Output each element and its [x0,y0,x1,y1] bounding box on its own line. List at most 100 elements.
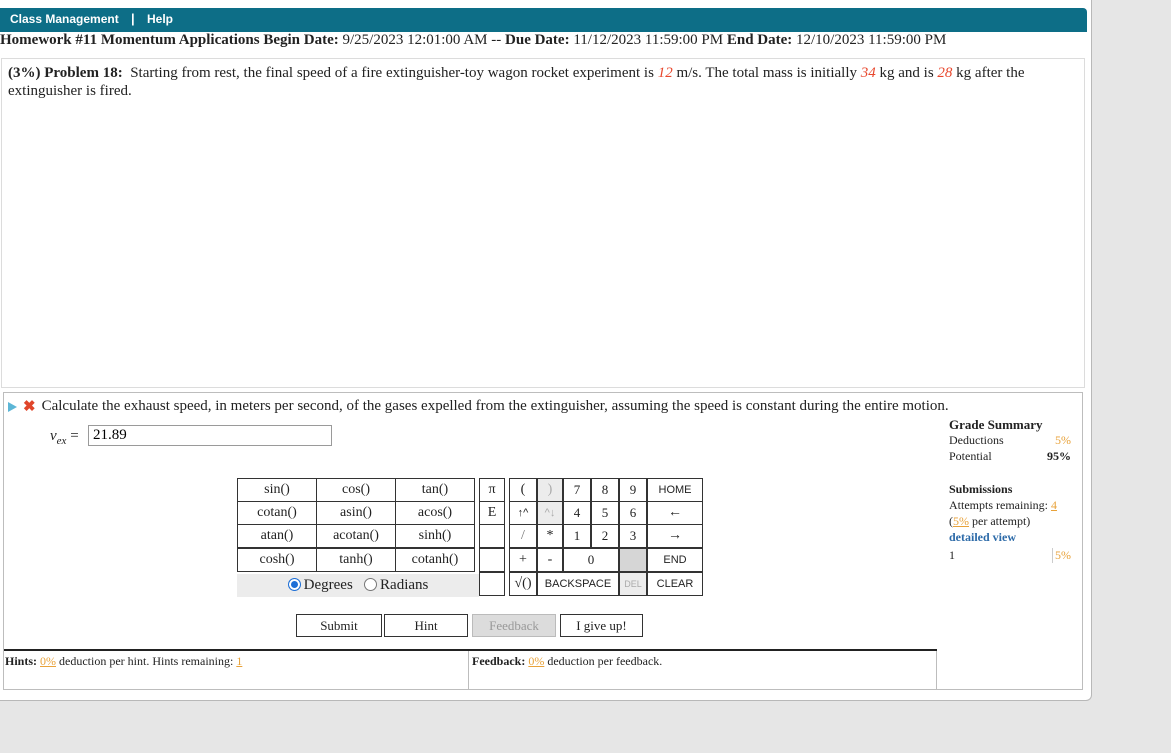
deductions-label: Deductions [949,433,1004,447]
digit-0-key[interactable]: 0 [563,548,619,572]
attempts-value: 4 [1050,498,1057,512]
blank-key [479,572,505,596]
homework-header: Homework #11 Momentum Applications Begin… [0,32,1087,49]
acos-key[interactable]: acos() [395,501,475,525]
digit-6-key[interactable]: 6 [619,501,647,525]
e-key[interactable]: E [479,501,505,525]
answer-variable-label: vex = [50,428,79,447]
question-text: Calculate the exhaust speed, in meters p… [41,397,949,414]
hint-button[interactable]: Hint [384,614,468,637]
sinh-key[interactable]: sinh() [395,524,475,548]
help-link[interactable]: Help [147,12,173,26]
tan-key[interactable]: tan() [395,478,475,502]
class-management-link[interactable]: Class Management [10,12,119,26]
digit-9-key[interactable]: 9 [619,478,647,502]
digit-8-key[interactable]: 8 [591,478,619,502]
digit-1-key[interactable]: 1 [563,524,591,548]
decimal-key[interactable] [619,548,647,572]
left-arrow-key[interactable]: ← [647,501,703,525]
clear-key[interactable]: CLEAR [647,572,703,596]
give-up-button[interactable]: I give up! [560,614,643,637]
problem-text-part: kg and is [879,65,934,81]
potential-row: Potential 95% [949,449,1071,465]
backspace-key[interactable]: BACKSPACE [537,572,619,596]
left-paren-key[interactable]: ( [509,478,537,502]
due-date-label: Due Date: [505,32,570,48]
right-paren-key[interactable]: ) [537,478,563,502]
hints-feedback-bar: Hints: 0% deduction per hint. Hints rema… [4,649,937,689]
angle-mode: Degrees Radians [237,574,479,597]
radians-radio[interactable] [364,578,378,592]
per-attempt-value: 5% [953,514,969,528]
question-panel: ✖ Calculate the exhaust speed, in meters … [3,392,1083,690]
submit-button[interactable]: Submit [296,614,382,637]
cos-key[interactable]: cos() [316,478,396,502]
feedback-pct: 0% [528,654,545,668]
digit-2-key[interactable]: 2 [591,524,619,548]
pi-key[interactable]: π [479,478,505,502]
atan-key[interactable]: atan() [237,524,317,548]
asin-key[interactable]: asin() [316,501,396,525]
homework-title: Homework #11 Momentum Applications [0,32,260,48]
grade-summary: Grade Summary Deductions 5% Potential 95… [949,417,1071,564]
sin-key[interactable]: sin() [237,478,317,502]
hints-remaining: 1 [236,654,243,668]
plus-key[interactable]: + [509,548,537,572]
cosh-key[interactable]: cosh() [237,548,317,572]
question-line: ✖ Calculate the exhaust speed, in meters … [8,397,949,416]
tanh-key[interactable]: tanh() [316,548,396,572]
submission-row: 1 5% [949,548,1071,564]
begin-date-value: 9/25/2023 12:01:00 AM -- [342,32,502,48]
digit-7-key[interactable]: 7 [563,478,591,502]
feedback-button[interactable]: Feedback [472,614,556,637]
down-arrow-key[interactable]: ^↓ [537,501,563,525]
end-date-label: End Date: [726,32,793,48]
divider [468,651,469,689]
home-key[interactable]: HOME [647,478,703,502]
problem-statement-panel: (3%) Problem 18: Starting from rest, the… [1,58,1085,388]
degrees-label: Degrees [303,577,353,593]
deductions-row: Deductions 5% [949,433,1071,449]
hints-info: Hints: 0% deduction per hint. Hints rema… [5,654,242,669]
attempts-remaining: Attempts remaining: 4 [949,497,1071,513]
answer-input[interactable] [88,425,332,446]
deductions-value: 5% [1055,433,1071,447]
detailed-view-link[interactable]: detailed view [949,529,1071,545]
begin-date-label: Begin Date: [263,32,339,48]
expand-arrow-icon[interactable] [8,401,17,412]
sqrt-key[interactable]: √() [509,572,537,596]
equals-sign: = [70,428,79,444]
multiply-key[interactable]: * [537,524,563,548]
main-frame: Class Management | Help Homework #11 Mom… [0,0,1092,701]
degrees-radio[interactable] [287,578,301,592]
feedback-text: deduction per feedback. [547,654,663,668]
feedback-label: Feedback: [472,654,526,668]
end-key[interactable]: END [647,548,703,572]
potential-label: Potential [949,449,992,463]
digit-4-key[interactable]: 4 [563,501,591,525]
cotanh-key[interactable]: cotanh() [395,548,475,572]
initial-mass-value: 34 [860,65,876,81]
divide-key[interactable]: / [509,524,537,548]
problem-text: (3%) Problem 18: Starting from rest, the… [8,64,1068,100]
hints-label: Hints: [5,654,38,668]
grade-summary-title: Grade Summary [949,417,1043,432]
hints-pct: 0% [40,654,57,668]
radians-label: Radians [380,577,429,593]
incorrect-x-icon: ✖ [23,399,36,415]
variable-symbol: v [50,428,57,444]
delete-key[interactable]: DEL [619,572,647,596]
acotan-key[interactable]: acotan() [316,524,396,548]
cotan-key[interactable]: cotan() [237,501,317,525]
right-arrow-key[interactable]: → [647,524,703,548]
per-attempt: (5% per attempt) [949,513,1071,529]
digit-3-key[interactable]: 3 [619,524,647,548]
due-date-value: 11/12/2023 11:59:00 PM [573,32,724,48]
problem-text-part: m/s. The total mass is initially [676,65,857,81]
speed-value: 12 [657,65,673,81]
minus-key[interactable]: - [537,548,563,572]
attempts-label: Attempts remaining: [949,498,1048,512]
up-arrow-key[interactable]: ↑^ [509,501,537,525]
digit-5-key[interactable]: 5 [591,501,619,525]
submission-deduction: 5% [1052,548,1071,563]
